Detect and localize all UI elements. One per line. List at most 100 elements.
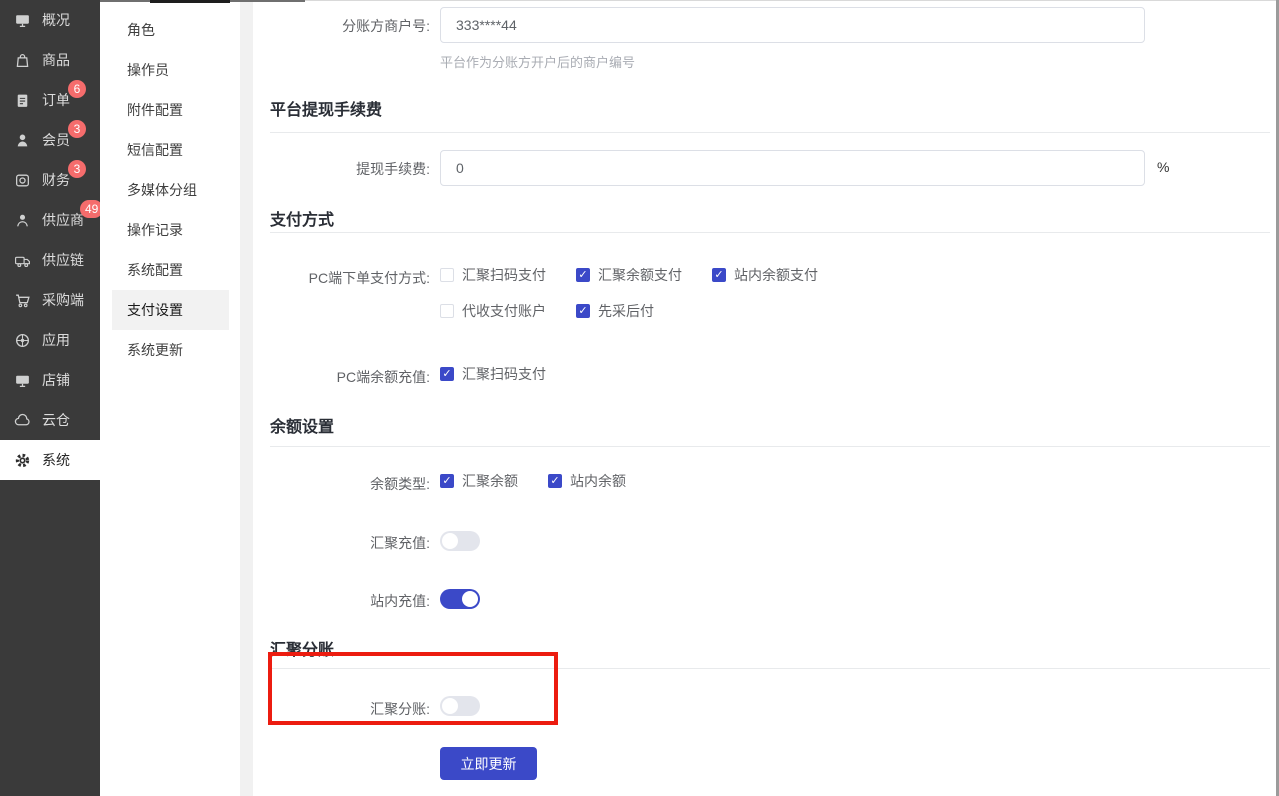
merchant-no-input[interactable] [440,7,1145,43]
apps-icon [14,332,31,349]
sidebar-item-label: 财务 [42,170,70,190]
check-icon: ✓ [440,474,454,488]
juhe-split-toggle[interactable] [440,696,480,716]
checkbox-juhe-balance-pay[interactable]: ✓ 汇聚余额支付 [576,265,682,285]
sidebar-item-members[interactable]: 会员 3 [0,120,100,160]
sidebar-item-label: 云仓 [42,410,70,430]
section-divider [270,232,1270,233]
system-submenu: 角色 操作员 附件配置 短信配置 多媒体分组 操作记录 系统配置 支付设置 系统… [100,0,240,796]
cloud-icon [14,412,31,429]
gear-icon [14,452,31,469]
pc-balance-recharge-label: PC端余额充值: [253,367,430,387]
section-title-split: 汇聚分账 [270,636,334,660]
pc-order-pay-options-row1: 汇聚扫码支付 ✓ 汇聚余额支付 ✓ 站内余额支付 [440,265,848,285]
sidebar-item-label: 店铺 [42,370,70,390]
truck-icon [14,252,31,269]
submenu-item-attachment-config[interactable]: 附件配置 [112,90,229,130]
sidebar-item-label: 应用 [42,330,70,350]
sidebar-item-shops[interactable]: 店铺 [0,360,100,400]
balance-type-label: 余额类型: [253,474,430,494]
percent-suffix: % [1157,159,1169,175]
check-icon: ✓ [548,474,562,488]
submenu-item-operators[interactable]: 操作员 [112,50,229,90]
pc-order-pay-label: PC端下单支付方式: [253,268,430,288]
submenu-item-operation-log[interactable]: 操作记录 [112,210,229,250]
juhe-recharge-label: 汇聚充值: [253,533,430,553]
section-title-balance: 余额设置 [270,413,334,437]
sidebar-item-label: 订单 [42,90,70,110]
withdraw-fee-input[interactable] [440,150,1145,186]
toggle-knob [442,533,458,549]
sidebar-item-label: 采购端 [42,290,84,310]
checkbox-juhe-scan-pay[interactable]: 汇聚扫码支付 [440,265,546,285]
section-divider [270,668,1270,669]
toggle-knob [442,698,458,714]
juhe-recharge-toggle[interactable] [440,531,480,551]
admin-page: 概况 商品 订单 6 会员 3 财务 3 [0,0,1279,796]
sidebar-item-system[interactable]: 系统 [0,440,100,480]
toggle-knob [462,591,478,607]
checkbox-juhe-scan-recharge[interactable]: ✓ 汇聚扫码支付 [440,364,546,384]
member-icon [14,132,31,149]
update-now-button[interactable]: 立即更新 [440,747,537,780]
sidebar-item-label: 会员 [42,130,70,150]
monitor-icon [14,12,31,29]
submenu-item-media-groups[interactable]: 多媒体分组 [112,170,229,210]
merchant-no-label: 分账方商户号: [253,16,430,36]
submenu-item-roles[interactable]: 角色 [112,10,229,50]
check-icon: ✓ [576,304,590,318]
members-count-badge: 3 [68,120,86,138]
check-icon: ✓ [712,268,726,282]
checkbox-site-balance[interactable]: ✓ 站内余额 [548,471,626,491]
section-divider [270,446,1270,447]
section-title-pay-methods: 支付方式 [270,206,334,230]
submenu-item-system-update[interactable]: 系统更新 [112,330,229,370]
sidebar-item-supply-chain[interactable]: 供应链 [0,240,100,280]
sidebar-item-purchasing[interactable]: 采购端 [0,280,100,320]
sidebar-item-overview[interactable]: 概况 [0,0,100,40]
pc-balance-recharge-options: ✓ 汇聚扫码支付 [440,364,576,384]
primary-sidebar: 概况 商品 订单 6 会员 3 财务 3 [0,0,100,796]
merchant-no-help: 平台作为分账方开户后的商户编号 [440,52,635,71]
checkbox-icon [440,304,454,318]
checkbox-icon [440,268,454,282]
sidebar-item-orders[interactable]: 订单 6 [0,80,100,120]
checkbox-juhe-balance[interactable]: ✓ 汇聚余额 [440,471,518,491]
scroll-gutter [240,0,253,796]
submenu-item-system-config[interactable]: 系统配置 [112,250,229,290]
site-recharge-toggle[interactable] [440,589,480,609]
finance-icon [14,172,31,189]
top-edge-line [305,0,1279,1]
supplier-icon [14,212,31,229]
sidebar-item-label: 系统 [42,450,70,470]
finance-count-badge: 3 [68,160,86,178]
sidebar-item-goods[interactable]: 商品 [0,40,100,80]
sidebar-item-suppliers[interactable]: 供应商 49 [0,200,100,240]
bag-icon [14,52,31,69]
sidebar-item-label: 供应商 [42,210,84,230]
checkbox-collection-account[interactable]: 代收支付账户 [440,301,546,321]
pc-order-pay-options-row2: 代收支付账户 ✓ 先采后付 [440,301,684,321]
section-title-withdraw-fee: 平台提现手续费 [270,96,382,120]
orders-count-badge: 6 [68,80,86,98]
payment-settings-form: 分账方商户号: 平台作为分账方开户后的商户编号 平台提现手续费 提现手续费: %… [253,0,1279,796]
section-divider [270,132,1270,133]
submenu-item-sms-config[interactable]: 短信配置 [112,130,229,170]
balance-type-options: ✓ 汇聚余额 ✓ 站内余额 [440,471,656,491]
sidebar-item-apps[interactable]: 应用 [0,320,100,360]
sidebar-item-finance[interactable]: 财务 3 [0,160,100,200]
checkbox-site-balance-pay[interactable]: ✓ 站内余额支付 [712,265,818,285]
sidebar-item-label: 商品 [42,50,70,70]
sidebar-item-label: 概况 [42,10,70,30]
order-icon [14,92,31,109]
withdraw-fee-label: 提现手续费: [253,159,430,179]
shop-icon [14,372,31,389]
check-icon: ✓ [576,268,590,282]
cart-icon [14,292,31,309]
submenu-item-payment-settings[interactable]: 支付设置 [112,290,229,330]
sidebar-item-cloud-warehouse[interactable]: 云仓 [0,400,100,440]
check-icon: ✓ [440,367,454,381]
top-scroll-thumb-artifact [150,0,230,3]
juhe-split-label: 汇聚分账: [253,699,430,719]
checkbox-buy-first-pay-later[interactable]: ✓ 先采后付 [576,301,654,321]
